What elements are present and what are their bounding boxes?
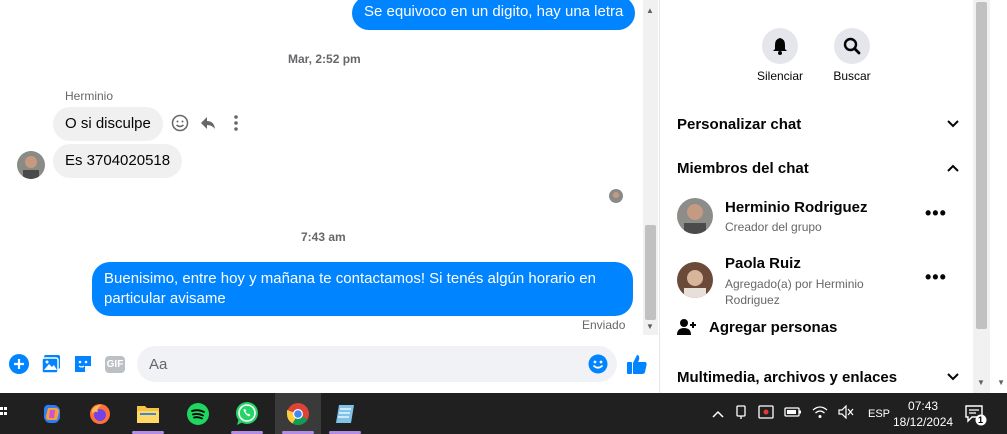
volume-muted-icon[interactable] [838,404,854,422]
messenger-window: Se equivoco en un digito, hay una letra … [0,0,1007,393]
copilot-icon [44,404,60,423]
gif-label: GIF [104,355,126,373]
media-files-links-label: Multimedia, archivos y enlaces [677,368,898,386]
scroll-up-icon[interactable]: ▲ [646,6,654,15]
copilot-app[interactable] [32,393,72,434]
whatsapp-icon [236,401,258,425]
member-options-button[interactable]: ••• [925,203,947,224]
task-view-icon[interactable] [0,405,8,421]
plus-icon[interactable] [8,353,30,375]
message-composer: GIF [0,340,660,393]
thumbs-up-icon[interactable] [626,353,648,375]
wifi-icon[interactable] [812,405,828,422]
message-text: O si disculpe [65,115,151,132]
notes-app[interactable] [325,393,365,434]
sent-status: Enviado [582,318,626,332]
bell-icon [773,38,787,55]
search-icon [843,37,861,55]
chrome-icon [287,402,309,425]
message-text: Es 3704020518 [65,152,171,169]
notepad-icon [336,404,354,423]
member-item[interactable]: Herminio Rodriguez Creador del grupo ••• [677,198,967,246]
message-actions [170,113,246,133]
member-role: Creador del grupo [725,220,822,234]
chat-members-row[interactable]: Miembros del chat [677,153,959,183]
usb-device-icon[interactable] [734,404,748,423]
page-scroll-edge: ▼ [990,0,1007,393]
scroll-down-icon[interactable]: ▼ [646,322,654,331]
message-incoming[interactable]: O si disculpe [53,107,163,141]
member-role: Agregado(a) por Herminio Rodriguez [725,277,864,307]
customize-chat-row[interactable]: Personalizar chat [677,109,959,139]
taskbar: ESP 07:43 18/12/2024 1 [0,393,1007,434]
side-scroll-track[interactable]: ▼ [973,0,990,393]
member-item[interactable]: Paola Ruiz Agregado(a) por Herminio Rodr… [677,254,967,310]
message-outgoing[interactable]: Buenisimo, entre hoy y mañana te contact… [92,262,633,316]
timestamp: Mar, 2:52 pm [288,52,361,66]
timestamp: 7:43 am [301,230,346,244]
message-list[interactable]: Se equivoco en un digito, hay una letra … [0,0,643,340]
avatar [677,262,713,298]
chat-members-label: Miembros del chat [677,159,809,177]
sticker-icon[interactable] [72,353,94,375]
mute-button[interactable] [762,28,798,64]
chat-info-panel: Silenciar Buscar Personalizar chat Miemb… [661,0,973,393]
message-text: Buenisimo, entre hoy y mañana te contact… [104,270,596,307]
language-indicator[interactable]: ESP [868,408,890,420]
member-name: Paola Ruiz [725,255,801,272]
image-icon[interactable] [40,353,62,375]
search-button[interactable] [834,28,870,64]
chat-scrollbar[interactable]: ▲ ▼ [643,0,658,335]
emoji-icon[interactable] [587,353,609,375]
chevron-down-icon [947,120,959,128]
spotify-app[interactable] [178,393,218,434]
scroll-down-icon[interactable]: ▼ [997,378,1005,387]
chevron-up-icon[interactable] [712,407,724,421]
message-incoming[interactable]: Es 3704020518 [53,144,183,178]
folder-icon [137,405,159,423]
battery-icon[interactable] [784,406,802,421]
gif-icon[interactable]: GIF [104,353,126,375]
clock-date: 18/12/2024 [893,415,954,429]
side-scroll-thumb[interactable] [976,2,987,329]
message-text: Se equivoco en un digito, hay una letra [364,3,624,20]
customize-chat-label: Personalizar chat [677,115,802,133]
add-people-label: Agregar personas [709,318,838,336]
chat-pane: Se equivoco en un digito, hay una letra … [0,0,660,393]
system-tray: ESP [712,393,890,434]
sender-name: Herminio [65,89,114,103]
side-scrollbar[interactable]: ▼ ▼ [973,0,1007,393]
more-options-icon[interactable] [226,113,246,133]
scroll-thumb[interactable] [645,225,656,320]
member-name: Herminio Rodriguez [725,199,868,216]
member-options-button[interactable]: ••• [925,267,947,288]
search-label: Buscar [833,69,871,83]
reply-icon[interactable] [198,113,218,133]
message-input[interactable] [137,346,617,382]
notification-count: 1 [978,415,984,425]
screen-record-icon[interactable] [758,404,774,423]
avatar[interactable] [17,151,45,179]
avatar [677,198,713,234]
add-people-button[interactable]: Agregar personas [677,318,837,336]
react-icon[interactable] [170,113,190,133]
media-files-links-row[interactable]: Multimedia, archivos y enlaces [677,362,959,392]
spotify-icon [187,402,209,425]
clock[interactable]: 07:43 18/12/2024 [893,398,953,430]
chrome-app[interactable] [275,393,321,434]
firefox-icon [90,403,110,424]
whatsapp-app[interactable] [227,393,267,434]
notifications-icon[interactable]: 1 [964,404,990,426]
message-outgoing[interactable]: Se equivoco en un digito, hay una letra [352,0,636,30]
chevron-up-icon [947,164,959,172]
seen-avatar [609,189,623,203]
firefox-app[interactable] [80,393,120,434]
add-person-icon [677,319,696,335]
chevron-down-icon [947,373,959,381]
scroll-down-icon[interactable]: ▼ [977,378,985,387]
clock-time: 07:43 [908,399,939,413]
file-explorer-app[interactable] [128,393,168,434]
mute-label: Silenciar [756,69,804,83]
